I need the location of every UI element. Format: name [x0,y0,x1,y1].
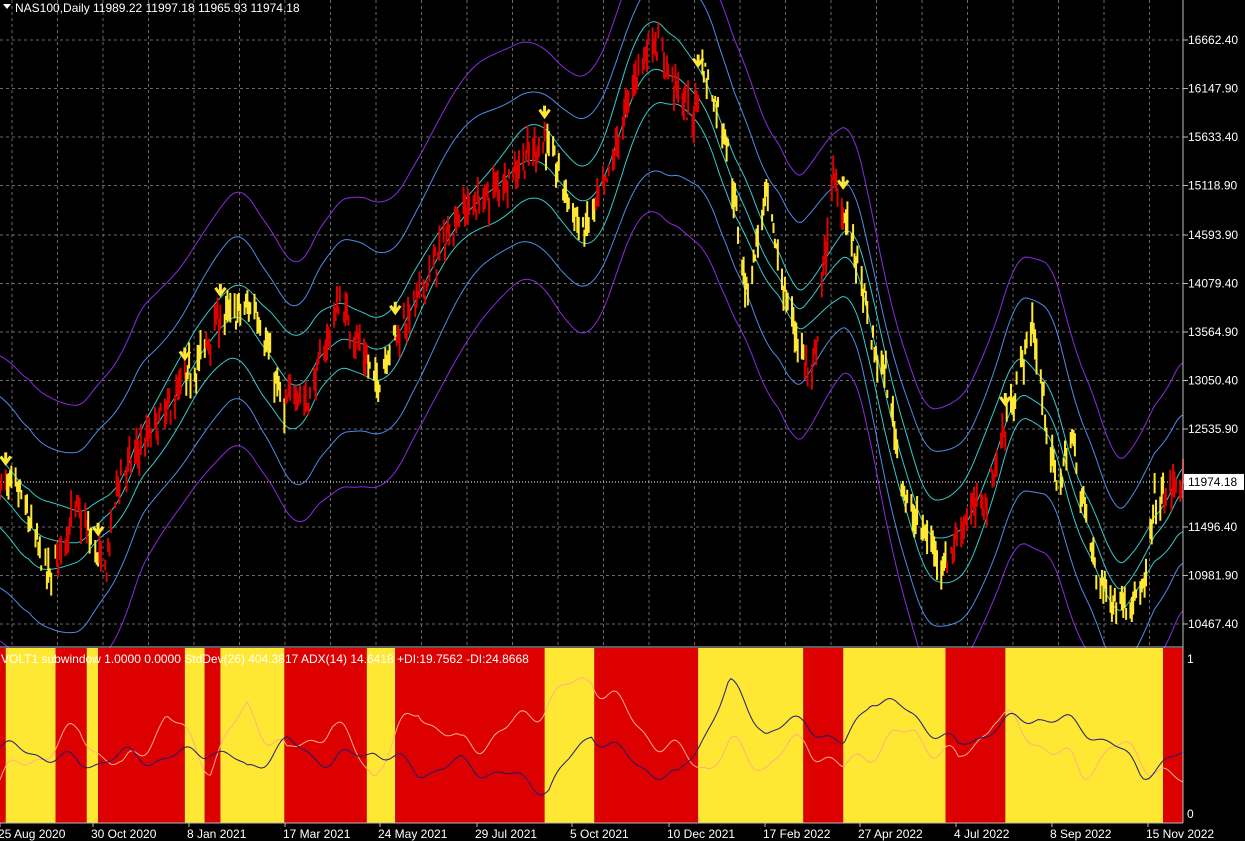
time-tick-label: 8 Jan 2021 [187,827,247,841]
price-tick-label: 10981.90 [1188,568,1238,582]
trend-zone [1163,648,1183,823]
time-tick-label: 15 Nov 2022 [1146,827,1214,841]
time-tick-label: 17 Mar 2021 [283,827,351,841]
subwindow-tick-label: 1 [1187,652,1194,666]
subwindow-title: VOLT1 subwindow 1.0000 0.0000 StdDev(26)… [1,652,529,666]
price-tick-label: 14593.90 [1188,228,1238,242]
time-tick-label: 10 Dec 2021 [667,827,735,841]
time-tick-label: 27 Apr 2022 [858,827,923,841]
current-price-label: 11974.18 [1188,475,1237,489]
time-tick-label: 25 Aug 2020 [0,827,66,841]
trend-zone [0,648,6,823]
time-tick-label: 5 Oct 2021 [570,827,629,841]
time-tick-label: 29 Jul 2021 [475,827,537,841]
trend-zone [945,648,1006,823]
trend-zone [98,648,185,823]
trend-zone [86,648,99,823]
trend-zone [184,648,205,823]
time-tick-label: 8 Sep 2022 [1050,827,1112,841]
price-tick-label: 11496.40 [1188,520,1237,534]
trend-zone [803,648,844,823]
price-tick-label: 14079.40 [1188,276,1238,290]
trend-zone [5,648,56,823]
trading-chart: 16662.40 16147.90 15633.40 15118.90 14593.90… [0,0,1245,841]
time-tick-label: 4 Jul 2022 [954,827,1010,841]
time-tick-label: 24 May 2021 [378,827,448,841]
trend-zone [366,648,396,823]
price-tick-label: 16662.40 [1188,33,1238,47]
price-tick-label: 16147.90 [1188,82,1238,96]
time-tick-label: 30 Oct 2020 [91,827,157,841]
time-tick-label: 17 Feb 2022 [763,827,831,841]
symbol-label: NAS100,Daily [15,1,90,15]
subwindow-tick-label: 0 [1187,807,1194,821]
trend-zone [220,648,285,823]
price-tick-label: 12535.90 [1188,422,1238,436]
price-tick-label: 15118.90 [1188,179,1237,193]
price-tick-label: 13050.40 [1188,373,1238,387]
price-tick-label: 13564.90 [1188,325,1238,339]
trend-zone [544,648,595,823]
trend-zone [395,648,545,823]
trend-zone [698,648,804,823]
trend-zone [1005,648,1164,823]
ohlc-values: 11989.22 11997.18 11965.93 11974.18 [93,1,300,15]
indicator-subwindow[interactable] [0,648,1184,823]
trend-zone [284,648,367,823]
trend-zones [0,648,1183,823]
price-tick-label: 10467.40 [1188,617,1238,631]
trend-zone [55,648,87,823]
price-tick-label: 15633.40 [1188,130,1238,144]
trend-zone [204,648,221,823]
